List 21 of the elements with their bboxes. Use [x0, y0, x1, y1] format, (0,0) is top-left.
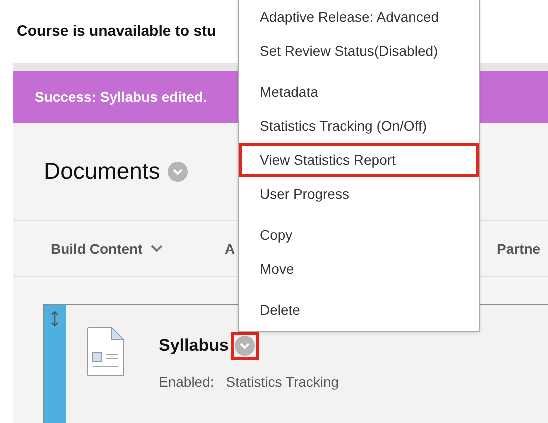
- course-notice: Course is unavailable to stu: [16, 22, 216, 42]
- menu-item[interactable]: Delete: [239, 293, 479, 327]
- enabled-label: Enabled:: [159, 374, 214, 390]
- chevron-icon: [234, 336, 255, 356]
- menu-item[interactable]: Adaptive Release: Advanced: [239, 0, 479, 34]
- options-button[interactable]: [230, 332, 259, 360]
- menu-item[interactable]: Metadata: [239, 75, 479, 109]
- document-icon: [87, 327, 125, 377]
- menu-item[interactable]: Copy: [239, 218, 479, 252]
- page-heading: Documents: [44, 158, 160, 185]
- item-title[interactable]: Syllabus: [159, 336, 229, 356]
- drag-handle-icon[interactable]: [51, 311, 59, 327]
- menu-item[interactable]: User Progress: [239, 177, 479, 211]
- menu-item[interactable]: Set Review Status(Disabled): [239, 34, 479, 68]
- chevron-icon[interactable]: [168, 162, 188, 182]
- toolbar-menu[interactable]: Build Content: [51, 240, 163, 256]
- enabled-value: Statistics Tracking: [226, 374, 340, 390]
- menu-item[interactable]: Move: [239, 252, 479, 286]
- menu-item[interactable]: View Statistics Report: [239, 143, 479, 177]
- toolbar-menu[interactable]: Partne: [497, 240, 541, 256]
- toolbar-menu[interactable]: A: [225, 240, 236, 256]
